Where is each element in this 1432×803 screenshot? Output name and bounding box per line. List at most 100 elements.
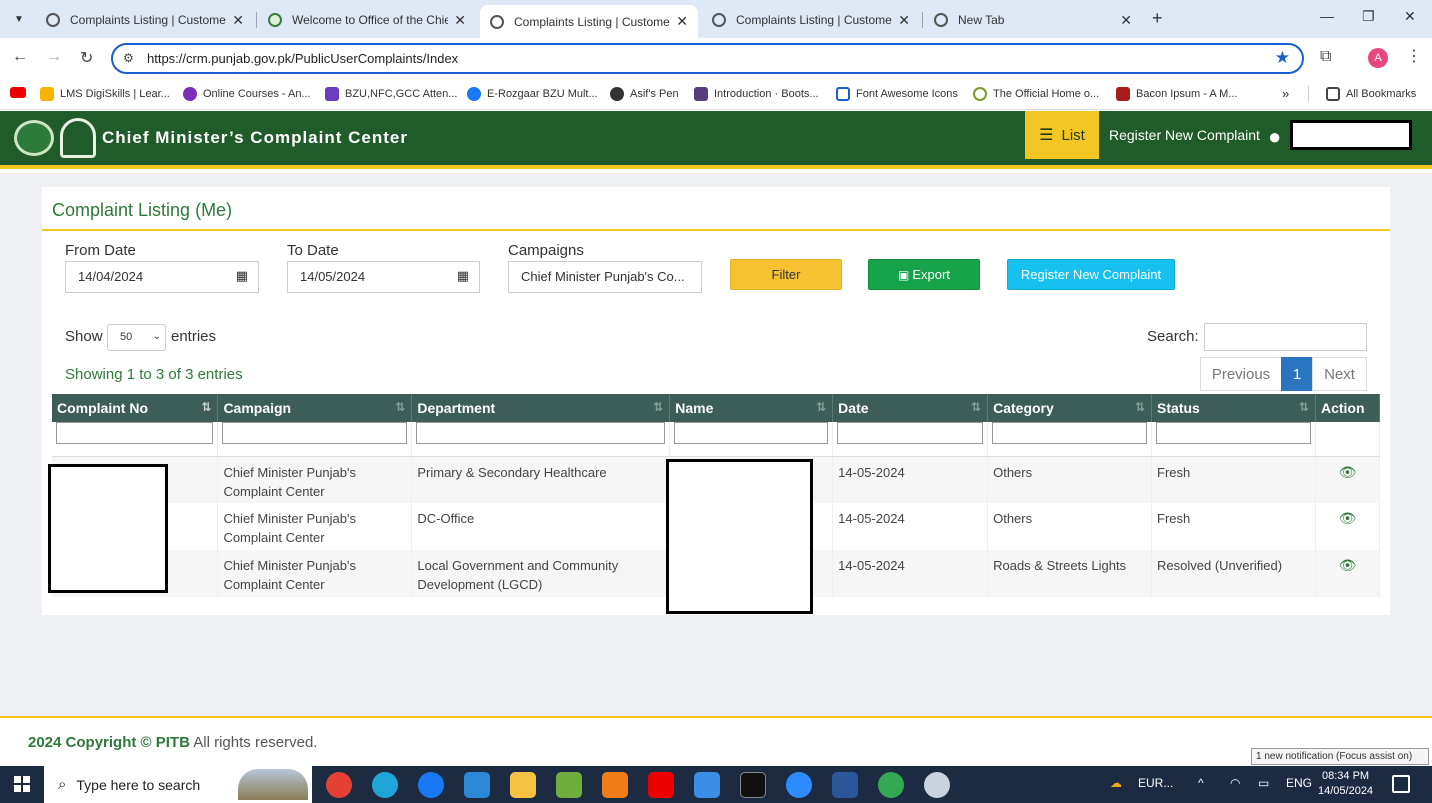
bookmark-item[interactable]: Online Courses - An...: [183, 87, 311, 101]
entries-select[interactable]: 50 ⌄: [107, 324, 166, 351]
profile-avatar[interactable]: A: [1368, 48, 1388, 68]
browser-menu-icon[interactable]: ⋮: [1406, 46, 1422, 66]
weather-text[interactable]: EUR...: [1138, 776, 1173, 790]
status-filter[interactable]: [1156, 422, 1311, 444]
view-eye-icon[interactable]: 👁: [1321, 509, 1374, 528]
xampp-taskbar-icon[interactable]: [602, 772, 628, 798]
search-input[interactable]: [1204, 323, 1367, 351]
calendar-icon[interactable]: ▦: [236, 268, 248, 284]
bookmark-item[interactable]: The Official Home o...: [973, 87, 1099, 101]
name-filter[interactable]: [674, 422, 829, 444]
close-tab-icon[interactable]: ✕: [232, 12, 244, 29]
punjab-emblem-icon: [268, 13, 282, 27]
browser-tab[interactable]: Complaints Listing | Customer F ✕: [702, 5, 920, 35]
windows-start-icon[interactable]: [14, 776, 30, 792]
close-tab-icon[interactable]: ✕: [898, 12, 910, 29]
paint-taskbar-icon[interactable]: [924, 772, 950, 798]
column-header[interactable]: Name ⇅: [669, 394, 834, 422]
word-taskbar-icon[interactable]: [832, 772, 858, 798]
bookmark-item[interactable]: Introduction · Boots...: [694, 87, 819, 101]
column-header[interactable]: Department ⇅: [411, 394, 671, 422]
username-redacted[interactable]: [1290, 120, 1412, 150]
more-bookmarks-icon[interactable]: »: [1282, 86, 1289, 101]
close-tab-icon[interactable]: ✕: [1120, 12, 1132, 29]
system-clock[interactable]: 08:34 PM 14/05/2024: [1318, 769, 1373, 799]
all-bookmarks-folder[interactable]: All Bookmarks: [1326, 87, 1416, 101]
close-window-icon[interactable]: ✕: [1404, 8, 1416, 25]
site-info-icon[interactable]: ⚙: [123, 51, 134, 65]
file-explorer-icon[interactable]: [510, 772, 536, 798]
extensions-icon[interactable]: ⧉: [1320, 48, 1331, 66]
minimize-icon[interactable]: —: [1320, 8, 1334, 24]
register-complaint-link[interactable]: Register New Complaint: [1109, 127, 1260, 143]
mail-taskbar-icon[interactable]: [694, 772, 720, 798]
export-button[interactable]: ▣ Export: [868, 259, 980, 290]
campaigns-select[interactable]: Chief Minister Punjab's Co...: [508, 261, 702, 293]
tab-search-chevron-icon[interactable]: ▼: [8, 8, 30, 30]
notification-center-icon[interactable]: [1392, 775, 1410, 793]
language-indicator[interactable]: ENG: [1286, 776, 1312, 790]
bookmark-item[interactable]: Asif's Pen: [610, 87, 679, 101]
column-header[interactable]: Category ⇅: [987, 394, 1153, 422]
column-filter-row: [52, 422, 1381, 457]
filter-button[interactable]: Filter: [730, 259, 842, 290]
bookmark-item[interactable]: Bacon Ipsum - A M...: [1116, 87, 1238, 101]
notepad-taskbar-icon[interactable]: [556, 772, 582, 798]
browser-tab[interactable]: Complaints Listing | Customer F ✕: [36, 5, 254, 35]
chrome-taskbar-icon[interactable]: [326, 772, 352, 798]
youtube-taskbar-icon[interactable]: [648, 772, 674, 798]
date-filter[interactable]: [837, 422, 984, 444]
battery-icon[interactable]: ▭: [1258, 776, 1269, 790]
reload-icon[interactable]: ↻: [80, 48, 93, 68]
zoom-taskbar-icon[interactable]: [786, 772, 812, 798]
weather-icon[interactable]: ☁: [1110, 776, 1122, 790]
browser-tab[interactable]: New Tab ✕: [924, 5, 1142, 35]
complaint-no-filter[interactable]: [56, 422, 214, 444]
youtube-bookmark-icon[interactable]: [10, 87, 32, 98]
view-eye-icon[interactable]: 👁: [1321, 463, 1374, 482]
column-header[interactable]: Complaint No ⇅: [52, 394, 219, 422]
category-filter[interactable]: [992, 422, 1148, 444]
calendar-icon[interactable]: ▦: [457, 268, 469, 284]
register-complaint-button[interactable]: Register New Complaint: [1007, 259, 1175, 290]
vscode-taskbar-icon[interactable]: [464, 772, 490, 798]
view-eye-icon[interactable]: 👁: [1321, 556, 1374, 575]
taskbar-search-box[interactable]: ⌕ Type here to search: [44, 766, 312, 803]
close-tab-icon[interactable]: ✕: [454, 12, 466, 29]
list-nav-button[interactable]: ☰ List: [1025, 111, 1099, 159]
tray-chevron-icon[interactable]: ^: [1198, 776, 1204, 790]
browser-tab-active[interactable]: Complaints Listing | Customer F ✕: [480, 5, 698, 38]
from-date-input[interactable]: 14/04/2024 ▦: [65, 261, 259, 293]
chrome-profile-taskbar-icon[interactable]: [878, 772, 904, 798]
wifi-icon[interactable]: ◠: [1230, 776, 1240, 790]
facebook-taskbar-icon[interactable]: [418, 772, 444, 798]
punjab-logo: [14, 120, 54, 156]
cell-status: Fresh: [1151, 503, 1316, 550]
cell-campaign: Chief Minister Punjab's Complaint Center: [217, 503, 413, 550]
department-filter[interactable]: [416, 422, 666, 444]
close-tab-icon[interactable]: ✕: [676, 13, 688, 30]
campaign-filter[interactable]: [222, 422, 408, 444]
column-header[interactable]: Date ⇅: [832, 394, 989, 422]
column-header[interactable]: Status ⇅: [1151, 394, 1316, 422]
back-icon[interactable]: ←: [12, 48, 28, 66]
next-page-button[interactable]: Next: [1312, 357, 1367, 391]
forward-icon[interactable]: →: [46, 48, 62, 66]
bookmark-item[interactable]: BZU,NFC,GCC Atten...: [325, 87, 457, 101]
restore-icon[interactable]: ❐: [1362, 8, 1375, 25]
bookmark-item[interactable]: E-Rozgaar BZU Mult...: [467, 87, 598, 101]
bookmark-star-icon[interactable]: ★: [1275, 48, 1290, 68]
url-text[interactable]: https://crm.punjab.gov.pk/PublicUserComp…: [147, 51, 458, 66]
user-icon[interactable]: ●: [1268, 124, 1281, 150]
terminal-taskbar-icon[interactable]: [740, 772, 766, 798]
to-date-input[interactable]: 14/05/2024 ▦: [287, 261, 480, 293]
browser-tab[interactable]: Welcome to Office of the Chief ✕: [258, 5, 476, 35]
address-bar[interactable]: ⚙ https://crm.punjab.gov.pk/PublicUserCo…: [111, 43, 1304, 74]
edge-taskbar-icon[interactable]: [372, 772, 398, 798]
column-header[interactable]: Campaign ⇅: [217, 394, 413, 422]
new-tab-icon[interactable]: +: [1152, 8, 1163, 29]
page-1-button[interactable]: 1: [1281, 357, 1313, 391]
previous-page-button[interactable]: Previous: [1200, 357, 1282, 391]
bookmark-item[interactable]: LMS DigiSkills | Lear...: [40, 87, 170, 101]
bookmark-item[interactable]: Font Awesome Icons: [836, 87, 958, 101]
